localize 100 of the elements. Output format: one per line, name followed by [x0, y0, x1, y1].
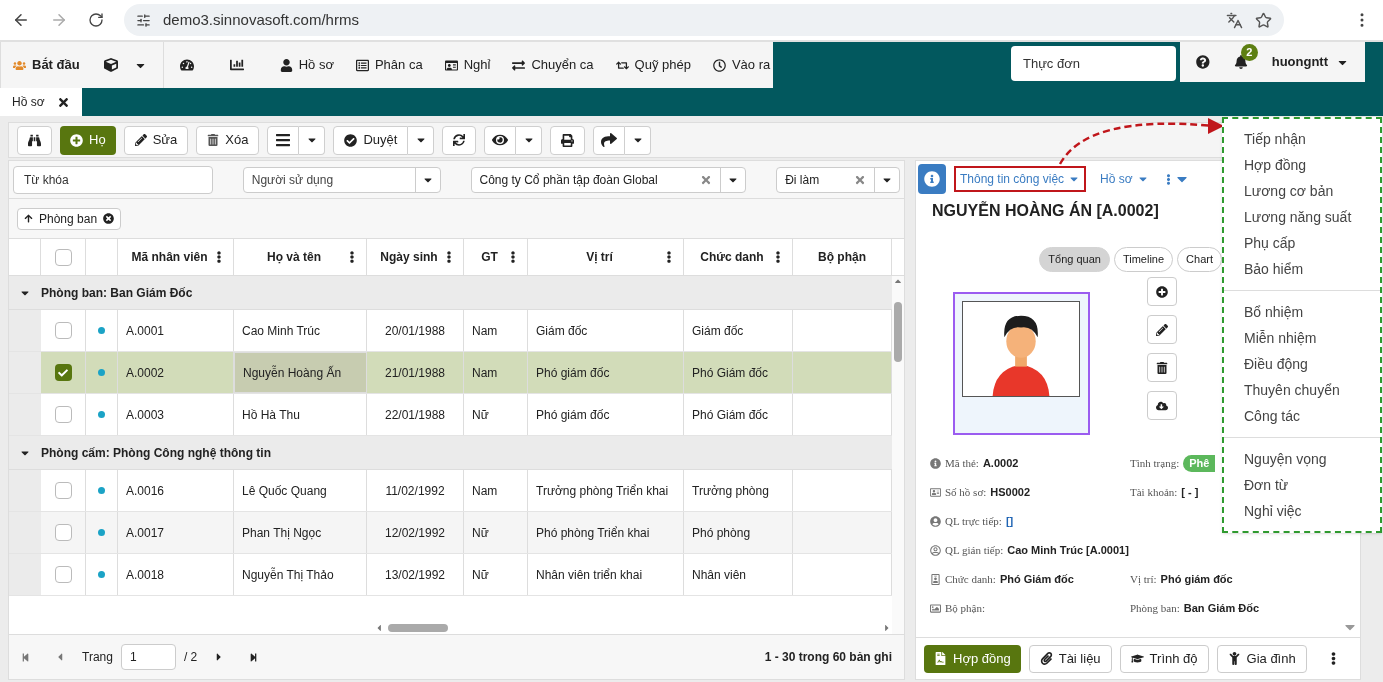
- delete-button[interactable]: Xóa: [196, 125, 260, 155]
- bell-icon[interactable]: [1233, 55, 1248, 69]
- caret-button[interactable]: [408, 125, 435, 155]
- help-icon[interactable]: [1196, 55, 1210, 69]
- remove-icon[interactable]: [103, 213, 115, 224]
- table-row[interactable]: A.0003 Hồ Hà Thu 22/01/1988 Nữ Phó giám đốc Phó Giám đốc: [9, 394, 892, 436]
- dashboard-icon[interactable]: [179, 58, 194, 72]
- menu-item[interactable]: Điều động: [1224, 351, 1380, 377]
- section-button[interactable]: Trình độ: [1119, 644, 1209, 673]
- view-button[interactable]: [484, 125, 517, 155]
- menu-item[interactable]: Hợp đồng: [1224, 152, 1380, 178]
- menu-button[interactable]: [267, 125, 300, 155]
- section-button[interactable]: Tài liệu: [1028, 644, 1112, 673]
- translate-icon[interactable]: [1226, 11, 1243, 29]
- section-button[interactable]: Hợp đồng: [924, 644, 1021, 673]
- row-checkbox[interactable]: [54, 322, 72, 339]
- reload-icon[interactable]: [88, 12, 104, 28]
- record-summary: 1 - 30 trong 60 bản ghi: [764, 649, 892, 666]
- add-photo-button[interactable]: [1147, 277, 1177, 306]
- row-checkbox[interactable]: [54, 364, 72, 381]
- detail-menu[interactable]: Thông tin công việc: [954, 166, 1087, 192]
- edit-button[interactable]: Sửa: [123, 125, 189, 155]
- menu-item[interactable]: Công tác: [1224, 403, 1380, 429]
- menu-item[interactable]: Bổ nhiệm: [1224, 299, 1380, 325]
- nav-item[interactable]: Chuyển ca: [512, 55, 594, 75]
- column-header[interactable]: Họ và tên: [242, 248, 346, 266]
- chart-icon[interactable]: [229, 58, 244, 72]
- select-all-checkbox[interactable]: [54, 248, 72, 266]
- start-button[interactable]: Bắt đầu: [1, 55, 92, 75]
- back-icon[interactable]: [12, 11, 30, 29]
- menu-item[interactable]: Đơn từ: [1224, 472, 1380, 498]
- module-icon[interactable]: [103, 58, 118, 72]
- column-header[interactable]: GT: [472, 248, 507, 266]
- menu-item[interactable]: Tiếp nhận: [1224, 126, 1380, 152]
- add-button[interactable]: Họ: [60, 125, 116, 155]
- page-field[interactable]: 1: [120, 644, 176, 670]
- address-bar[interactable]: demo3.sinnovasoft.com/hrms: [124, 4, 1284, 36]
- scroll-thumb[interactable]: [388, 624, 448, 632]
- row-checkbox[interactable]: [54, 524, 72, 541]
- user-menu[interactable]: huongntt: [1271, 52, 1349, 72]
- table-row[interactable]: A.0001 Cao Minh Trúc 20/01/1988 Nam Giám đốc Giám đốc: [9, 310, 892, 352]
- menu-item[interactable]: Phụ cấp: [1224, 230, 1380, 256]
- menu-item[interactable]: Lương năng suất: [1224, 204, 1380, 230]
- menu-item[interactable]: Lương cơ bản: [1224, 178, 1380, 204]
- scroll-thumb[interactable]: [894, 302, 902, 362]
- menu-item[interactable]: Thuyên chuyển: [1224, 377, 1380, 403]
- column-header[interactable]: Vị trí: [536, 248, 663, 266]
- nav-item[interactable]: Quỹ phép: [615, 55, 691, 75]
- detail-menu[interactable]: Hồ sơ: [1094, 166, 1155, 192]
- column-header[interactable]: Mã nhân viên: [126, 248, 213, 266]
- menu-item[interactable]: Bảo hiểm: [1224, 256, 1380, 282]
- first-page-icon[interactable]: [21, 652, 30, 662]
- table-row[interactable]: A.0018 Nguyễn Thị Thảo 13/02/1992 Nữ Nhân viên triển khai Nhân viên: [9, 554, 892, 596]
- column-header[interactable]: Ngày sinh: [375, 248, 443, 266]
- keyword-field[interactable]: Từ khóa: [13, 165, 213, 194]
- site-info-icon[interactable]: [136, 12, 151, 28]
- section-button[interactable]: Gia đình: [1216, 644, 1307, 673]
- tab[interactable]: Hồ sơ: [0, 88, 82, 116]
- view-tab[interactable]: Timeline: [1113, 247, 1174, 272]
- table-row[interactable]: A.0016 Lê Quốc Quang 11/02/1992 Nam Trưởng phòng Triển khai Trưởng phòng: [9, 470, 892, 512]
- view-tab[interactable]: Tổng quan: [1039, 247, 1110, 272]
- column-header[interactable]: Chức danh: [692, 248, 772, 266]
- trash-icon: [207, 134, 220, 146]
- info-button[interactable]: [918, 164, 946, 194]
- nav-item[interactable]: Nghỉ: [444, 55, 491, 75]
- menu-item[interactable]: Miễn nhiệm: [1224, 325, 1380, 351]
- group-chip[interactable]: Phòng ban: [17, 207, 122, 230]
- table-row[interactable]: A.0002 Nguyễn Hoàng Ấn 21/01/1988 Nam Phó giám đốc Phó Giám đốc: [9, 352, 892, 394]
- field-link[interactable]: []: [1005, 512, 1014, 530]
- download-photo-button[interactable]: [1147, 391, 1177, 420]
- menu-item[interactable]: Nguyện vọng: [1224, 446, 1380, 472]
- print-button[interactable]: [550, 125, 586, 155]
- delete-photo-button[interactable]: [1147, 353, 1177, 382]
- last-page-icon[interactable]: [249, 652, 259, 662]
- row-checkbox[interactable]: [54, 566, 72, 583]
- field-value: A.0002: [982, 455, 1019, 471]
- share-button[interactable]: [593, 125, 626, 155]
- row-checkbox[interactable]: [54, 482, 72, 499]
- clear-icon[interactable]: [700, 173, 713, 186]
- column-header[interactable]: Bộ phận: [801, 248, 883, 266]
- close-icon[interactable]: [56, 95, 70, 109]
- menu-item[interactable]: Nghỉ việc: [1224, 498, 1380, 524]
- status-select[interactable]: Đi làm: [776, 166, 900, 193]
- nav-item[interactable]: Vào ra: [712, 55, 771, 75]
- approve-button[interactable]: Duyệt: [333, 125, 409, 155]
- nav-item[interactable]: Phân ca: [355, 55, 423, 75]
- vertical-scrollbar[interactable]: [892, 276, 904, 634]
- table-row[interactable]: A.0017 Phan Thị Ngọc 12/02/1992 Nữ Phó phòng Triển khai Phó phòng: [9, 512, 892, 554]
- field-label: Số hồ sơ:: [945, 484, 987, 500]
- row-checkbox[interactable]: [54, 406, 72, 423]
- company-select[interactable]: Công ty Cổ phần tập đoàn Global: [470, 166, 747, 193]
- edit-photo-button[interactable]: [1147, 315, 1177, 344]
- search-button[interactable]: [17, 125, 52, 155]
- refresh-button[interactable]: [442, 125, 477, 155]
- nav-item[interactable]: Hồ sơ: [279, 55, 334, 75]
- view-tab[interactable]: Chart: [1177, 247, 1222, 272]
- clear-icon[interactable]: [854, 173, 866, 186]
- bookmark-icon[interactable]: [1255, 11, 1272, 29]
- menu-search-field[interactable]: Thực đơn: [1011, 46, 1176, 81]
- user-select[interactable]: Người sử dụng: [242, 166, 441, 193]
